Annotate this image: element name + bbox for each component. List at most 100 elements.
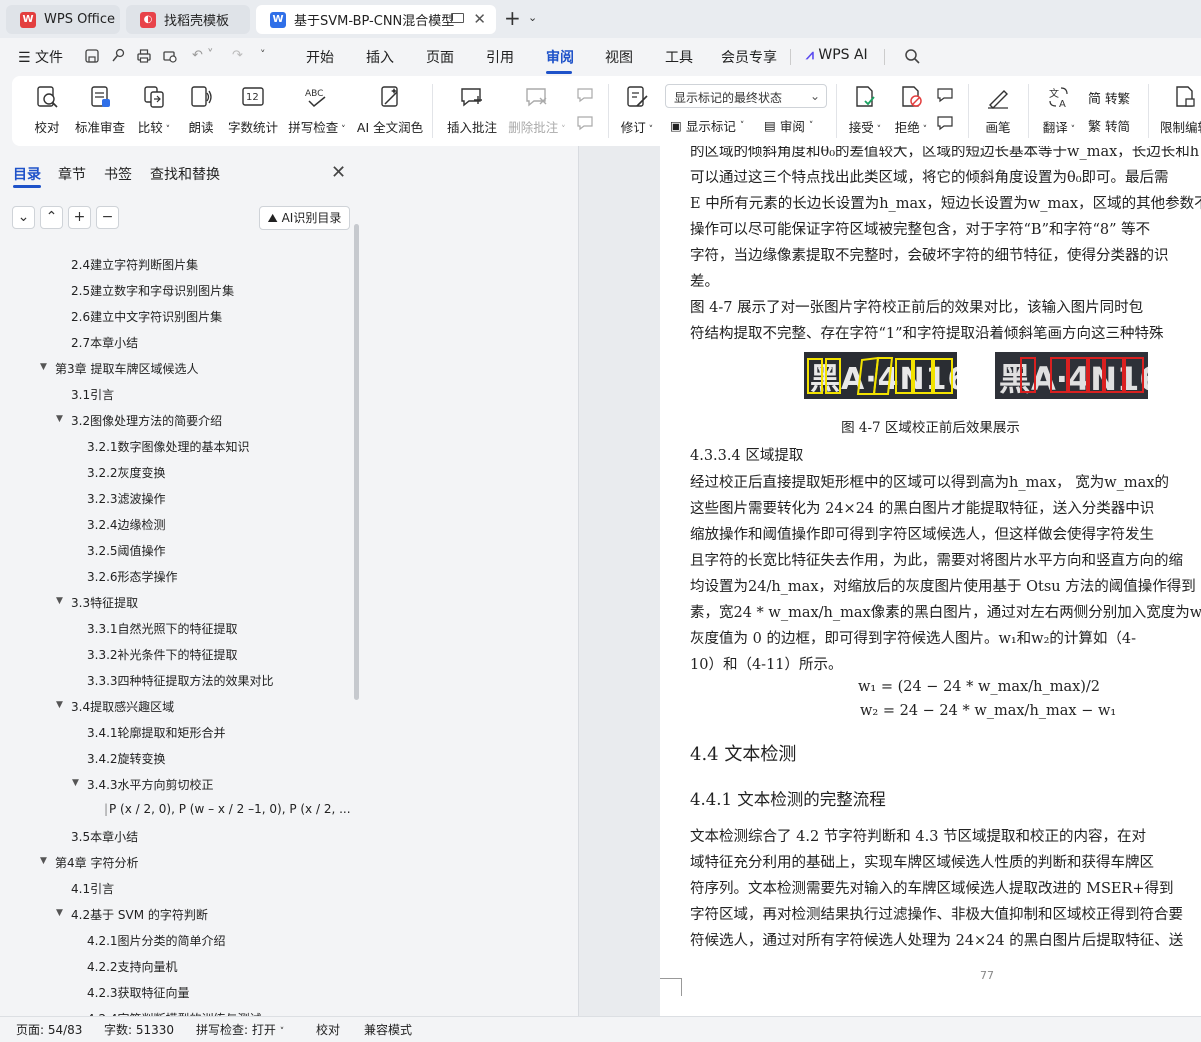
toc-item[interactable]: 3.2.2灰度变换	[87, 464, 166, 481]
toc-item[interactable]: 2.7本章小结	[71, 334, 138, 351]
menu-review[interactable]: 审阅	[546, 47, 574, 67]
standard-review-button[interactable]: 标准审查	[74, 84, 126, 136]
tab-document[interactable]: W 基于SVM-BP-CNN混合模型的 ✕	[256, 5, 496, 34]
toc-item[interactable]: 3.2.4边缘检测	[87, 516, 166, 533]
save-icon[interactable]	[84, 48, 100, 64]
delete-comment-button[interactable]: 删除批注 ˅	[506, 84, 568, 136]
screen-icon[interactable]	[451, 13, 464, 23]
toc-item[interactable]: 3.1引言	[71, 386, 114, 403]
toc-item[interactable]: P (x / 2, 0), P (w – x / 2 –1, 0), P (x …	[109, 802, 350, 816]
track-changes-button[interactable]: 修订 ˅	[618, 84, 656, 136]
toc-item[interactable]: 4.2.3获取特征向量	[87, 984, 190, 1001]
review-pane-button[interactable]: ▤ 审阅 ˅	[764, 116, 813, 135]
read-aloud-button[interactable]: 朗读	[186, 84, 216, 136]
word-count-indicator[interactable]: 字数: 51330	[104, 1021, 174, 1038]
next-comment-icon[interactable]	[576, 114, 598, 132]
prev-comment-icon[interactable]	[576, 86, 598, 104]
toc-item[interactable]: 第4章 字符分析	[55, 854, 138, 871]
toc-item[interactable]: 第3章 提取车牌区域候选人	[55, 360, 198, 377]
menu-page[interactable]: 页面	[426, 47, 454, 67]
tab-wps-office[interactable]: W WPS Office	[6, 5, 120, 34]
toc-item[interactable]: 4.2.1图片分类的简单介绍	[87, 932, 226, 949]
page-indicator[interactable]: 页面: 54/83	[16, 1021, 82, 1038]
add-heading-button[interactable]: +	[68, 206, 91, 229]
tab-toc[interactable]: 目录	[13, 164, 41, 184]
menu-wps-ai[interactable]: ⩘ WPS AI	[806, 47, 868, 63]
proofread-indicator[interactable]: 校对	[316, 1021, 340, 1038]
toc-item[interactable]: 4.2基于 SVM 的字符判断	[71, 906, 208, 923]
expand-toggle-icon[interactable]: ▼	[56, 908, 63, 918]
toc-item[interactable]: 2.5建立数字和字母识别图片集	[71, 282, 234, 299]
tab-bookmarks[interactable]: 书签	[104, 164, 132, 184]
menu-tools[interactable]: 工具	[665, 47, 693, 67]
toc-item[interactable]: 3.5本章小结	[71, 828, 138, 845]
new-tab-button[interactable]: +	[504, 8, 521, 28]
toc-item[interactable]: 4.2.2支持向量机	[87, 958, 178, 975]
menu-file[interactable]: ☰ 文件	[18, 47, 63, 67]
menu-view[interactable]: 视图	[605, 47, 633, 67]
expand-toggle-icon[interactable]: ▼	[40, 362, 47, 372]
tab-sections[interactable]: 章节	[58, 164, 86, 184]
compare-button[interactable]: 比较 ˅	[134, 84, 174, 136]
undo-icon[interactable]: ↶ ˅	[192, 48, 214, 63]
menu-insert[interactable]: 插入	[366, 47, 394, 67]
ai-toc-button[interactable]: ⛰ AI识别目录	[259, 206, 350, 230]
toc-item[interactable]: 3.3.3四种特征提取方法的效果对比	[87, 672, 274, 689]
tab-template[interactable]: ◐ 找稻壳模板	[126, 5, 250, 34]
to-simplified-button[interactable]: 繁转简	[1088, 116, 1130, 135]
accept-button[interactable]: 接受 ˅	[846, 84, 884, 136]
close-icon[interactable]: ✕	[331, 162, 346, 183]
close-tab-icon[interactable]: ✕	[473, 10, 486, 28]
word-count-button[interactable]: 12 字数统计	[228, 84, 278, 136]
chevron-down-icon[interactable]: ⌄	[528, 11, 537, 24]
toc-item[interactable]: 2.4建立字符判断图片集	[71, 256, 198, 273]
print-preview-icon[interactable]	[162, 48, 178, 64]
spell-check-button[interactable]: ABC 拼写检查 ˅	[288, 84, 346, 136]
toc-item[interactable]: 2.6建立中文字符识别图片集	[71, 308, 222, 325]
document-page[interactable]: 的区域的倾斜角度和θ₀的差值较大，区域的短边长基本等于w_max，长边长和h 可以…	[660, 146, 1201, 1016]
redo-icon[interactable]: ↷	[232, 48, 243, 63]
expand-toggle-icon[interactable]: ▼	[40, 856, 47, 866]
expand-toggle-icon[interactable]: ▼	[72, 778, 79, 788]
expand-toggle-icon[interactable]: ▼	[56, 596, 63, 606]
customize-quick-access-icon[interactable]: ˅	[260, 48, 266, 61]
toc-item[interactable]: 3.4.2旋转变换	[87, 750, 166, 767]
menu-home[interactable]: 开始	[306, 47, 334, 67]
menu-member[interactable]: 会员专享	[721, 47, 777, 67]
expand-toggle-icon[interactable]: ▼	[56, 414, 63, 424]
toc-item[interactable]: 3.2.3滤波操作	[87, 490, 166, 507]
toc-item[interactable]: 4.1引言	[71, 880, 114, 897]
toc-item[interactable]: 3.2图像处理方法的简要介绍	[71, 412, 222, 429]
show-markup-button[interactable]: ▣ 显示标记 ˅	[670, 116, 744, 135]
ink-button[interactable]: 画笔	[982, 84, 1014, 136]
remove-heading-button[interactable]: −	[96, 206, 119, 229]
next-change-icon[interactable]	[936, 114, 958, 132]
toc-item[interactable]: 3.3.1自然光照下的特征提取	[87, 620, 238, 637]
insert-comment-button[interactable]: 插入批注	[446, 84, 498, 136]
collapse-down-button[interactable]: ⌄	[12, 206, 35, 229]
tab-find-replace[interactable]: 查找和替换	[150, 164, 220, 184]
toc-scrollbar[interactable]	[354, 224, 359, 700]
toc-item[interactable]: 3.2.5阈值操作	[87, 542, 166, 559]
collapse-up-button[interactable]: ⌃	[40, 206, 63, 229]
toc-item[interactable]: 3.2.1数字图像处理的基本知识	[87, 438, 250, 455]
display-mode-select[interactable]: 显示标记的最终状态 ⌄	[665, 84, 827, 108]
toc-item[interactable]: 3.3特征提取	[71, 594, 138, 611]
share-icon[interactable]	[110, 48, 126, 64]
toc-item[interactable]: 3.2.6形态学操作	[87, 568, 178, 585]
toc-item[interactable]: 3.4.1轮廓提取和矩形合并	[87, 724, 226, 741]
expand-toggle-icon[interactable]: ▼	[56, 700, 63, 710]
toc-item[interactable]: 3.4.3水平方向剪切校正	[87, 776, 214, 793]
toc-item[interactable]: 3.4提取感兴趣区域	[71, 698, 174, 715]
translate-button[interactable]: 文A 翻译 ˅	[1040, 84, 1078, 136]
ai-polish-button[interactable]: AI 全文润色	[356, 84, 424, 136]
prev-change-icon[interactable]	[936, 86, 958, 104]
reject-button[interactable]: 拒绝 ˅	[892, 84, 930, 136]
proofread-button[interactable]: 校对	[30, 84, 64, 136]
search-icon[interactable]	[904, 48, 920, 64]
print-icon[interactable]	[136, 48, 152, 64]
toc-item[interactable]: 3.3.2补光条件下的特征提取	[87, 646, 238, 663]
restrict-edit-button[interactable]: 限制编辑	[1160, 84, 1201, 136]
to-traditional-button[interactable]: 简转繁	[1088, 88, 1130, 107]
menu-references[interactable]: 引用	[486, 47, 514, 67]
